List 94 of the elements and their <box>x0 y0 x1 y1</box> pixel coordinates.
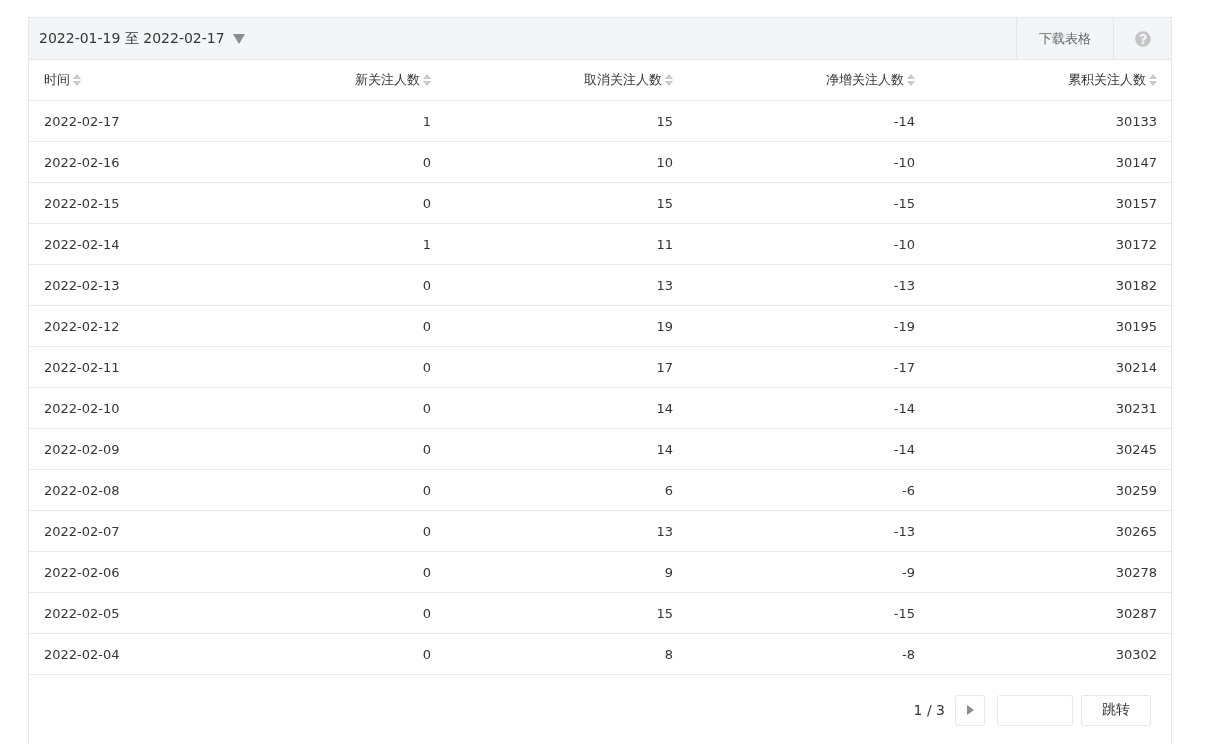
page-indicator: 1 / 3 <box>913 702 945 718</box>
table-cell: 0 <box>204 593 446 634</box>
table-cell: -14 <box>688 429 930 470</box>
table-cell: -13 <box>688 511 930 552</box>
table-cell: -14 <box>688 388 930 429</box>
table-cell: 6 <box>446 470 688 511</box>
table-cell: -10 <box>688 142 930 183</box>
table-cell: 0 <box>204 429 446 470</box>
table-cell: 17 <box>446 347 688 388</box>
sort-icon[interactable] <box>423 74 431 86</box>
table-cell: 0 <box>204 183 446 224</box>
table-cell: 0 <box>204 470 446 511</box>
sort-icon[interactable] <box>665 74 673 86</box>
table-cell: 15 <box>446 101 688 142</box>
table-cell: 1 <box>204 101 446 142</box>
column-header-label: 取消关注人数 <box>584 71 662 89</box>
table-cell: 0 <box>204 142 446 183</box>
jump-button[interactable]: 跳转 <box>1081 694 1151 726</box>
table-cell: 14 <box>446 429 688 470</box>
table-cell: 0 <box>204 634 446 675</box>
column-header-label: 新关注人数 <box>355 71 420 89</box>
table-cell: 30214 <box>930 347 1172 388</box>
table-cell: 2022-02-07 <box>29 511 204 552</box>
table-cell: 2022-02-14 <box>29 224 204 265</box>
table-cell: 2022-02-17 <box>29 101 204 142</box>
table-cell: 2022-02-10 <box>29 388 204 429</box>
table-cell: -8 <box>688 634 930 675</box>
column-header[interactable]: 时间 <box>29 60 204 101</box>
column-header-label: 累积关注人数 <box>1068 71 1146 89</box>
table-cell: 30157 <box>930 183 1172 224</box>
page-input-field[interactable] <box>997 694 1073 726</box>
table-cell: 10 <box>446 142 688 183</box>
table-cell: 0 <box>204 552 446 593</box>
table-cell: 11 <box>446 224 688 265</box>
next-page-button[interactable] <box>955 694 985 726</box>
date-range-selector[interactable]: 2022-01-19 至 2022-02-17 <box>39 29 225 48</box>
table-cell: -17 <box>688 347 930 388</box>
table-cell: 0 <box>204 265 446 306</box>
table-cell: 30287 <box>930 593 1172 634</box>
table-cell: 2022-02-05 <box>29 593 204 634</box>
table-cell: -14 <box>688 101 930 142</box>
table-cell: -9 <box>688 552 930 593</box>
table-cell: 2022-02-04 <box>29 634 204 675</box>
column-header[interactable]: 新关注人数 <box>204 60 446 101</box>
table-cell: 30195 <box>930 306 1172 347</box>
download-button[interactable]: 下载表格 <box>1016 18 1113 59</box>
table-cell: -10 <box>688 224 930 265</box>
help-icon[interactable] <box>1134 30 1151 47</box>
column-header[interactable]: 累积关注人数 <box>930 60 1172 101</box>
table-cell: 19 <box>446 306 688 347</box>
table-cell: 2022-02-12 <box>29 306 204 347</box>
column-header-label: 净增关注人数 <box>826 71 904 89</box>
column-header[interactable]: 取消关注人数 <box>446 60 688 101</box>
caret-down-icon[interactable] <box>232 33 245 44</box>
table-cell: -15 <box>688 183 930 224</box>
table-cell: 2022-02-13 <box>29 265 204 306</box>
column-header-label: 时间 <box>44 71 70 89</box>
column-header[interactable]: 净增关注人数 <box>688 60 930 101</box>
sort-icon[interactable] <box>1149 74 1157 86</box>
table-cell: 9 <box>446 552 688 593</box>
table-cell: 2022-02-16 <box>29 142 204 183</box>
table-cell: 30172 <box>930 224 1172 265</box>
sort-icon[interactable] <box>73 74 81 86</box>
table-cell: 15 <box>446 593 688 634</box>
table-cell: 1 <box>204 224 446 265</box>
table-cell: 2022-02-06 <box>29 552 204 593</box>
sort-icon[interactable] <box>907 74 915 86</box>
table-cell: 2022-02-15 <box>29 183 204 224</box>
table-cell: 30245 <box>930 429 1172 470</box>
table-cell: 0 <box>204 306 446 347</box>
table-cell: 0 <box>204 347 446 388</box>
table-cell: 30278 <box>930 552 1172 593</box>
table-cell: 2022-02-11 <box>29 347 204 388</box>
table-cell: 30302 <box>930 634 1172 675</box>
table-cell: 30265 <box>930 511 1172 552</box>
table-cell: -19 <box>688 306 930 347</box>
table-cell: -6 <box>688 470 930 511</box>
table-cell: 0 <box>204 388 446 429</box>
play-triangle-icon <box>966 705 974 715</box>
table-cell: 15 <box>446 183 688 224</box>
table-cell: 2022-02-08 <box>29 470 204 511</box>
table-cell: 30231 <box>930 388 1172 429</box>
table-cell: 13 <box>446 511 688 552</box>
table-cell: 2022-02-09 <box>29 429 204 470</box>
table-cell: 30133 <box>930 101 1172 142</box>
table-cell: -15 <box>688 593 930 634</box>
table-cell: 14 <box>446 388 688 429</box>
table-cell: 30182 <box>930 265 1172 306</box>
table-cell: 13 <box>446 265 688 306</box>
table-cell: 30259 <box>930 470 1172 511</box>
table-cell: 8 <box>446 634 688 675</box>
table-cell: 0 <box>204 511 446 552</box>
table-cell: 30147 <box>930 142 1172 183</box>
table-cell: -13 <box>688 265 930 306</box>
